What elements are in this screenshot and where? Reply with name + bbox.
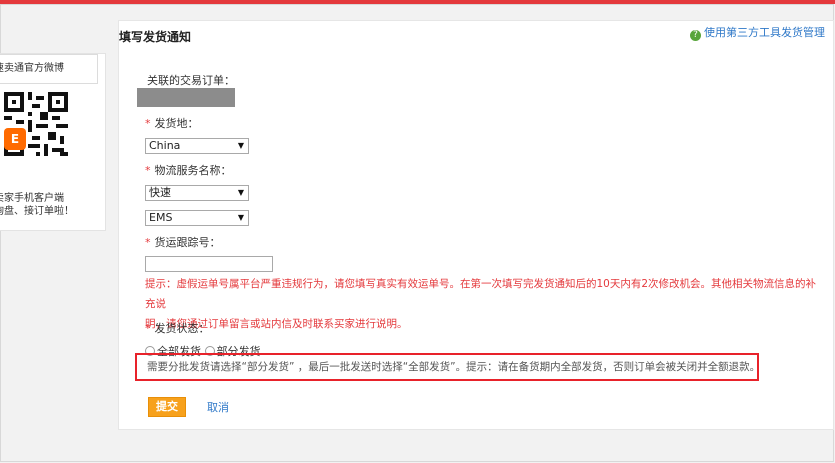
required-mark: * <box>145 322 151 335</box>
warning-line2: 明，请您通过订单留言或站内信及时联系买家进行说明。 <box>145 318 408 330</box>
tracking-number-input[interactable] <box>145 256 273 272</box>
required-mark: * <box>145 164 151 177</box>
help-link-label: 使用第三方工具发货管理 <box>704 26 825 39</box>
chevron-down-icon: ▼ <box>237 141 244 150</box>
origin-select-value: China <box>149 139 181 152</box>
submit-button[interactable]: 提交 <box>148 397 186 417</box>
order-label: 关联的交易订单： <box>147 74 235 87</box>
service-type-select[interactable]: 快速 ▼ <box>145 185 249 201</box>
order-number-redacted <box>137 88 235 107</box>
cancel-link[interactable]: 取消 <box>207 399 229 415</box>
tracking-label: * 货运跟踪号： <box>145 236 221 249</box>
service-type-value: 快速 <box>149 186 171 199</box>
third-party-tool-link[interactable]: ? 使用第三方工具发货管理 <box>690 24 825 41</box>
chevron-down-icon: ▼ <box>237 213 244 222</box>
service-select[interactable]: EMS ▼ <box>145 210 249 226</box>
chevron-down-icon: ▼ <box>237 188 244 197</box>
app-promo-line2: 询盘、接订单啦！ <box>0 206 74 217</box>
sidebar: 速卖通官方微博 E 卖家手机客户端 询盘、接订单啦！ <box>0 53 106 231</box>
shipping-notice-panel: 填写发货通知 ? 使用第三方工具发货管理 关联的交易订单： * 发货地： China… <box>118 20 834 430</box>
service-label: * 物流服务名称： <box>145 164 232 177</box>
page-title: 填写发货通知 <box>119 30 192 44</box>
warning-line1: 提示：虚假运单号属平台严重违规行为，请您填写真实有效运单号。在第一次填写完发货通… <box>145 278 817 310</box>
origin-select[interactable]: China ▼ <box>145 138 249 154</box>
status-label: * 发货状态： <box>145 322 210 335</box>
origin-label: * 发货地： <box>145 117 199 130</box>
weibo-link[interactable]: 速卖通官方微博 <box>0 54 98 84</box>
required-mark: * <box>145 117 151 130</box>
partial-shipment-notice: 需要分批发货请选择“部分发货” ，最后一批发送时选择“全部发货”。提示：请在备货… <box>135 353 759 381</box>
required-mark: * <box>145 236 151 249</box>
help-icon: ? <box>690 30 701 41</box>
weibo-label: 速卖通官方微博 <box>0 63 64 74</box>
app-promo-text: 卖家手机客户端 询盘、接订单啦！ <box>0 192 105 218</box>
warning-text: 提示：虚假运单号属平台严重违规行为，请您填写真实有效运单号。在第一次填写完发货通… <box>145 274 819 334</box>
service-select-value: EMS <box>149 211 173 224</box>
app-logo-icon: E <box>4 128 26 150</box>
app-promo-line1: 卖家手机客户端 <box>0 193 64 204</box>
